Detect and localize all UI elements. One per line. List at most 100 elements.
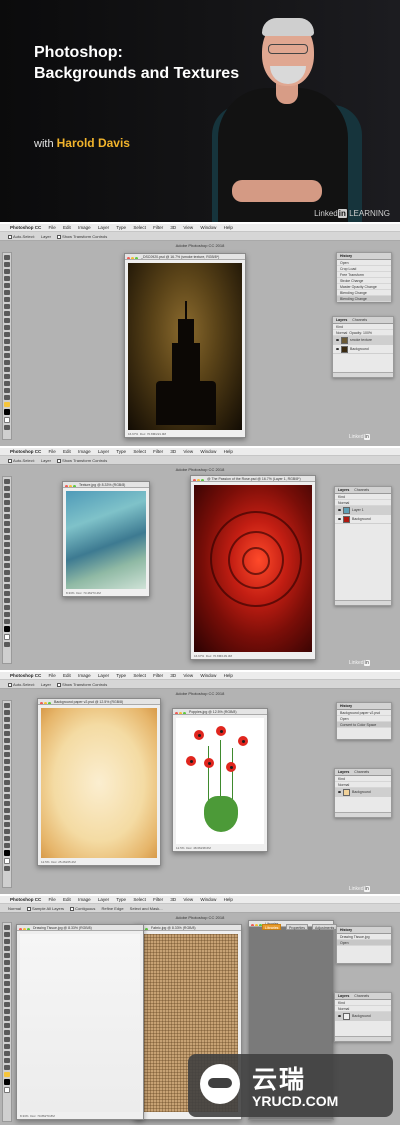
zoom-icon[interactable] (73, 484, 76, 487)
lasso-tool-icon[interactable] (4, 939, 10, 944)
close-icon[interactable] (127, 256, 130, 259)
marquee-tool-icon[interactable] (4, 710, 10, 715)
screen-mode-icon[interactable] (4, 866, 10, 871)
menu-help[interactable]: Help (224, 225, 233, 230)
minimize-icon[interactable] (131, 256, 134, 259)
document-window-poppies[interactable]: Poppies.jpg @ 12.5% (RGB/8) 12.5% Doc: 4… (172, 708, 268, 852)
document-tab[interactable]: _DSC0920.psd @ 16.7% (smoke texture, RGB… (125, 254, 245, 260)
menu-type[interactable]: Type (116, 449, 126, 454)
blur-tool-icon[interactable] (4, 1009, 10, 1014)
menu-help[interactable]: Help (224, 449, 233, 454)
layer-select[interactable]: Layer (41, 682, 51, 687)
properties-tab[interactable]: Properties (286, 924, 308, 930)
eyedropper-tool-icon[interactable] (4, 738, 10, 743)
menu-photoshop[interactable]: Photoshop CC (10, 225, 41, 230)
hand-tool-icon[interactable] (4, 605, 10, 610)
menu-filter[interactable]: Filter (153, 673, 163, 678)
healing-tool-icon[interactable] (4, 967, 10, 972)
menu-photoshop[interactable]: Photoshop CC (10, 449, 41, 454)
eraser-tool-icon[interactable] (4, 325, 10, 330)
menu-select[interactable]: Select (133, 673, 146, 678)
shape-tool-icon[interactable] (4, 374, 10, 379)
move-tool-icon[interactable] (4, 703, 10, 708)
menu-select[interactable]: Select (133, 897, 146, 902)
zoom-tool-icon[interactable] (4, 612, 10, 617)
eye-icon[interactable] (338, 1015, 341, 1018)
marquee-tool-icon[interactable] (4, 262, 10, 267)
move-tool-icon[interactable] (4, 479, 10, 484)
more-tools-icon[interactable] (4, 1065, 10, 1070)
minimize-icon[interactable] (197, 478, 200, 481)
menu-type[interactable]: Type (116, 897, 126, 902)
eye-icon[interactable] (336, 348, 339, 351)
menu-help[interactable]: Help (224, 897, 233, 902)
history-brush-tool-icon[interactable] (4, 988, 10, 993)
minimize-icon[interactable] (23, 927, 26, 930)
clone-stamp-tool-icon[interactable] (4, 981, 10, 986)
menu-3d[interactable]: 3D (170, 225, 176, 230)
mode-select[interactable]: Normal (8, 906, 21, 911)
menu-window[interactable]: Window (200, 673, 216, 678)
menu-filter[interactable]: Filter (153, 897, 163, 902)
more-tools-icon[interactable] (4, 843, 10, 848)
tab-history[interactable]: History (340, 928, 352, 932)
menu-type[interactable]: Type (116, 225, 126, 230)
eyedropper-tool-icon[interactable] (4, 290, 10, 295)
libraries-tab[interactable]: Libraries (262, 924, 282, 930)
gradient-tool-icon[interactable] (4, 556, 10, 561)
document-window-parchment[interactable]: Background paper v2.psd @ 12.5% (RGB/8) … (37, 698, 161, 866)
auto-select-checkbox[interactable] (8, 234, 12, 239)
menu-image[interactable]: Image (78, 225, 91, 230)
eye-icon[interactable] (338, 509, 341, 512)
eraser-tool-icon[interactable] (4, 995, 10, 1000)
menu-image[interactable]: Image (78, 449, 91, 454)
eye-icon[interactable] (338, 791, 341, 794)
gradient-tool-icon[interactable] (4, 1002, 10, 1007)
healing-tool-icon[interactable] (4, 297, 10, 302)
pen-tool-icon[interactable] (4, 1023, 10, 1028)
path-select-tool-icon[interactable] (4, 591, 10, 596)
menu-photoshop[interactable]: Photoshop CC (10, 897, 41, 902)
dodge-tool-icon[interactable] (4, 794, 10, 799)
screen-mode-icon[interactable] (4, 642, 10, 647)
screen-mode-icon[interactable] (4, 425, 10, 430)
clone-stamp-tool-icon[interactable] (4, 759, 10, 764)
menu-window[interactable]: Window (200, 897, 216, 902)
background-color-swatch[interactable] (4, 417, 10, 423)
close-icon[interactable] (40, 701, 43, 704)
menu-layer[interactable]: Layer (98, 897, 109, 902)
type-tool-icon[interactable] (4, 1030, 10, 1035)
blur-tool-icon[interactable] (4, 563, 10, 568)
tab-channels[interactable]: Channels (354, 488, 369, 492)
path-select-tool-icon[interactable] (4, 367, 10, 372)
type-tool-icon[interactable] (4, 584, 10, 589)
hand-tool-icon[interactable] (4, 829, 10, 834)
dodge-tool-icon[interactable] (4, 1016, 10, 1021)
move-tool-icon[interactable] (4, 255, 10, 260)
pen-tool-icon[interactable] (4, 353, 10, 358)
auto-select-checkbox[interactable] (8, 458, 12, 463)
menu-file[interactable]: File (49, 897, 56, 902)
show-transform-checkbox[interactable] (57, 234, 62, 239)
menu-file[interactable]: File (49, 449, 56, 454)
menu-view[interactable]: View (183, 673, 193, 678)
foreground-color-swatch[interactable] (4, 626, 10, 632)
close-icon[interactable] (251, 923, 254, 926)
more-tools-icon[interactable] (4, 619, 10, 624)
menu-edit[interactable]: Edit (63, 897, 71, 902)
background-color-swatch[interactable] (4, 1087, 10, 1093)
close-icon[interactable] (19, 927, 22, 930)
document-tab[interactable]: Fabric.jpg @ 8.33% (RGB/8) (135, 925, 241, 931)
shape-tool-icon[interactable] (4, 822, 10, 827)
menu-edit[interactable]: Edit (63, 449, 71, 454)
menu-layer[interactable]: Layer (98, 225, 109, 230)
type-tool-icon[interactable] (4, 808, 10, 813)
menu-window[interactable]: Window (200, 225, 216, 230)
minimize-icon[interactable] (255, 923, 258, 926)
eyedropper-tool-icon[interactable] (4, 514, 10, 519)
refine-edge-button[interactable]: Refine Edge (102, 906, 124, 911)
menu-3d[interactable]: 3D (170, 673, 176, 678)
zoom-icon[interactable] (201, 478, 204, 481)
document-window-texture[interactable]: Texture.jpg @ 8.33% (RGB/8) 8.33% Doc: 7… (62, 481, 150, 597)
eraser-tool-icon[interactable] (4, 549, 10, 554)
